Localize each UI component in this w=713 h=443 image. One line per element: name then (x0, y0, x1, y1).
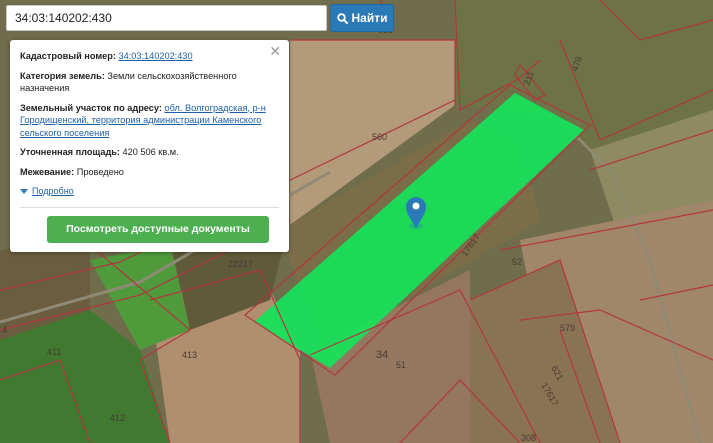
address-row: Земельный участок по адресу: обл. Волгог… (20, 102, 279, 140)
parcel-label: 560 (372, 132, 387, 142)
parcel-label: 579 (560, 323, 575, 333)
land-category-row: Категория земель: Земли сельскохозяйстве… (20, 70, 279, 95)
area-value: 420 506 кв.м. (122, 147, 179, 157)
land-category-label: Категория земель: (20, 70, 105, 81)
cadastral-number-link[interactable]: 34:03:140202:430 (118, 51, 192, 61)
cadastral-number-label: Кадастровый номер: (20, 51, 116, 61)
details-toggle[interactable]: Подробно (20, 185, 279, 198)
parcel-label: 412 (110, 413, 125, 423)
parcel-label: 51 (396, 360, 406, 370)
caret-down-icon (20, 188, 28, 194)
parcel-label: 308 (521, 433, 536, 443)
details-toggle-label: Подробно (32, 186, 74, 196)
parcel-label: 413 (182, 350, 197, 360)
area-label: Уточненная площадь: (20, 147, 120, 157)
search-button-label: Найти (351, 11, 388, 25)
search-button[interactable]: Найти (330, 4, 394, 32)
parcel-label: 4 (2, 325, 7, 335)
parcel-label: 22217 (228, 259, 253, 269)
area-row: Уточненная площадь: 420 506 кв.м. (20, 146, 279, 159)
survey-label: Межевание: (20, 166, 75, 177)
survey-value: Проведено (76, 166, 124, 177)
parcel-label: 411 (47, 347, 61, 357)
parcel-info-popup: ✕ Кадастровый номер: 34:03:140202:430 Ка… (10, 40, 289, 252)
view-documents-button[interactable]: Посмотреть доступные документы (47, 215, 269, 243)
parcel-label: 34 (376, 349, 388, 361)
address-label: Земельный участок по адресу: (20, 102, 162, 113)
close-icon[interactable]: ✕ (269, 44, 281, 58)
survey-row: Межевание: Проведено (20, 166, 279, 179)
cadastral-number-row: Кадастровый номер: 34:03:140202:430 (20, 50, 279, 63)
divider (20, 206, 279, 208)
search-icon (336, 12, 348, 24)
search-input[interactable] (6, 5, 327, 31)
parcel-label: 52 (512, 257, 522, 267)
